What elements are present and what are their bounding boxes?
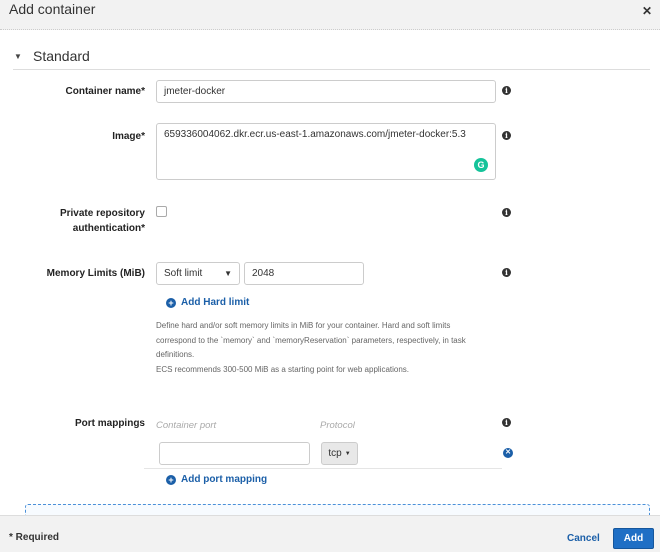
help-line: definitions. <box>156 350 195 359</box>
image-textarea[interactable]: 659336004062.dkr.ecr.us-east-1.amazonaws… <box>156 123 496 180</box>
help-line: ECS recommends 300-500 MiB as a starting… <box>156 364 410 374</box>
container-name-input[interactable]: jmeter-docker <box>156 80 496 103</box>
protocol-header: Protocol <box>320 420 355 431</box>
container-name-label: Container name* <box>65 86 145 97</box>
dialog-footer: * Required Cancel Add <box>0 515 660 552</box>
memory-limit-type-value: Soft limit <box>164 268 203 279</box>
private-repo-checkbox[interactable] <box>156 206 167 217</box>
port-divider <box>144 468 502 469</box>
add-button[interactable]: Add <box>613 528 654 549</box>
image-label: Image* <box>112 131 145 142</box>
protocol-value: tcp <box>328 448 342 459</box>
add-port-mapping-link[interactable]: + Add port mapping <box>166 474 267 485</box>
add-hard-limit-label: Add Hard limit <box>181 297 250 308</box>
memory-help-text: Define hard and/or soft memory limits in… <box>156 319 496 377</box>
memory-limits-label: Memory Limits (MiB) <box>46 268 145 279</box>
remove-port-mapping-icon[interactable]: ✕ <box>503 448 513 458</box>
help-line: correspond to the `memory` and `memoryRe… <box>156 335 466 345</box>
add-hard-limit-link[interactable]: + Add Hard limit <box>166 297 249 308</box>
close-icon[interactable]: ✕ <box>642 4 652 18</box>
plus-circle-icon: + <box>166 474 176 485</box>
section-divider <box>13 69 650 70</box>
info-icon[interactable]: i <box>502 418 511 427</box>
dialog-header: Add container ✕ <box>0 0 660 30</box>
grammarly-icon[interactable]: G <box>474 158 488 172</box>
cancel-button[interactable]: Cancel <box>567 533 600 544</box>
required-note: * Required <box>9 532 60 543</box>
protocol-select[interactable]: tcp ▼ <box>321 442 358 465</box>
container-port-input[interactable] <box>159 442 310 465</box>
private-repo-label-line2: authentication* <box>72 223 145 234</box>
collapse-triangle-icon[interactable]: ▼ <box>14 52 22 61</box>
memory-value-input[interactable]: 2048 <box>244 262 364 285</box>
info-icon[interactable]: i <box>502 208 511 217</box>
port-mappings-label: Port mappings <box>74 418 145 429</box>
private-repo-label: Private repository authentication* <box>60 206 145 236</box>
info-icon[interactable]: i <box>502 86 511 95</box>
dialog-title: Add container <box>9 1 96 17</box>
caret-down-icon: ▼ <box>344 450 351 457</box>
memory-limit-type-select[interactable]: Soft limit ▼ <box>156 262 240 285</box>
info-icon[interactable]: i <box>502 131 511 140</box>
help-line: Define hard and/or soft memory limits in… <box>156 321 451 330</box>
add-port-mapping-label: Add port mapping <box>181 474 268 485</box>
image-value: 659336004062.dkr.ecr.us-east-1.amazonaws… <box>164 129 466 140</box>
section-title[interactable]: Standard <box>33 48 90 64</box>
info-icon[interactable]: i <box>502 268 511 277</box>
caret-down-icon: ▼ <box>224 269 232 278</box>
private-repo-label-line1: Private repository <box>59 208 145 219</box>
plus-circle-icon: + <box>166 297 176 308</box>
container-port-header: Container port <box>156 420 217 431</box>
